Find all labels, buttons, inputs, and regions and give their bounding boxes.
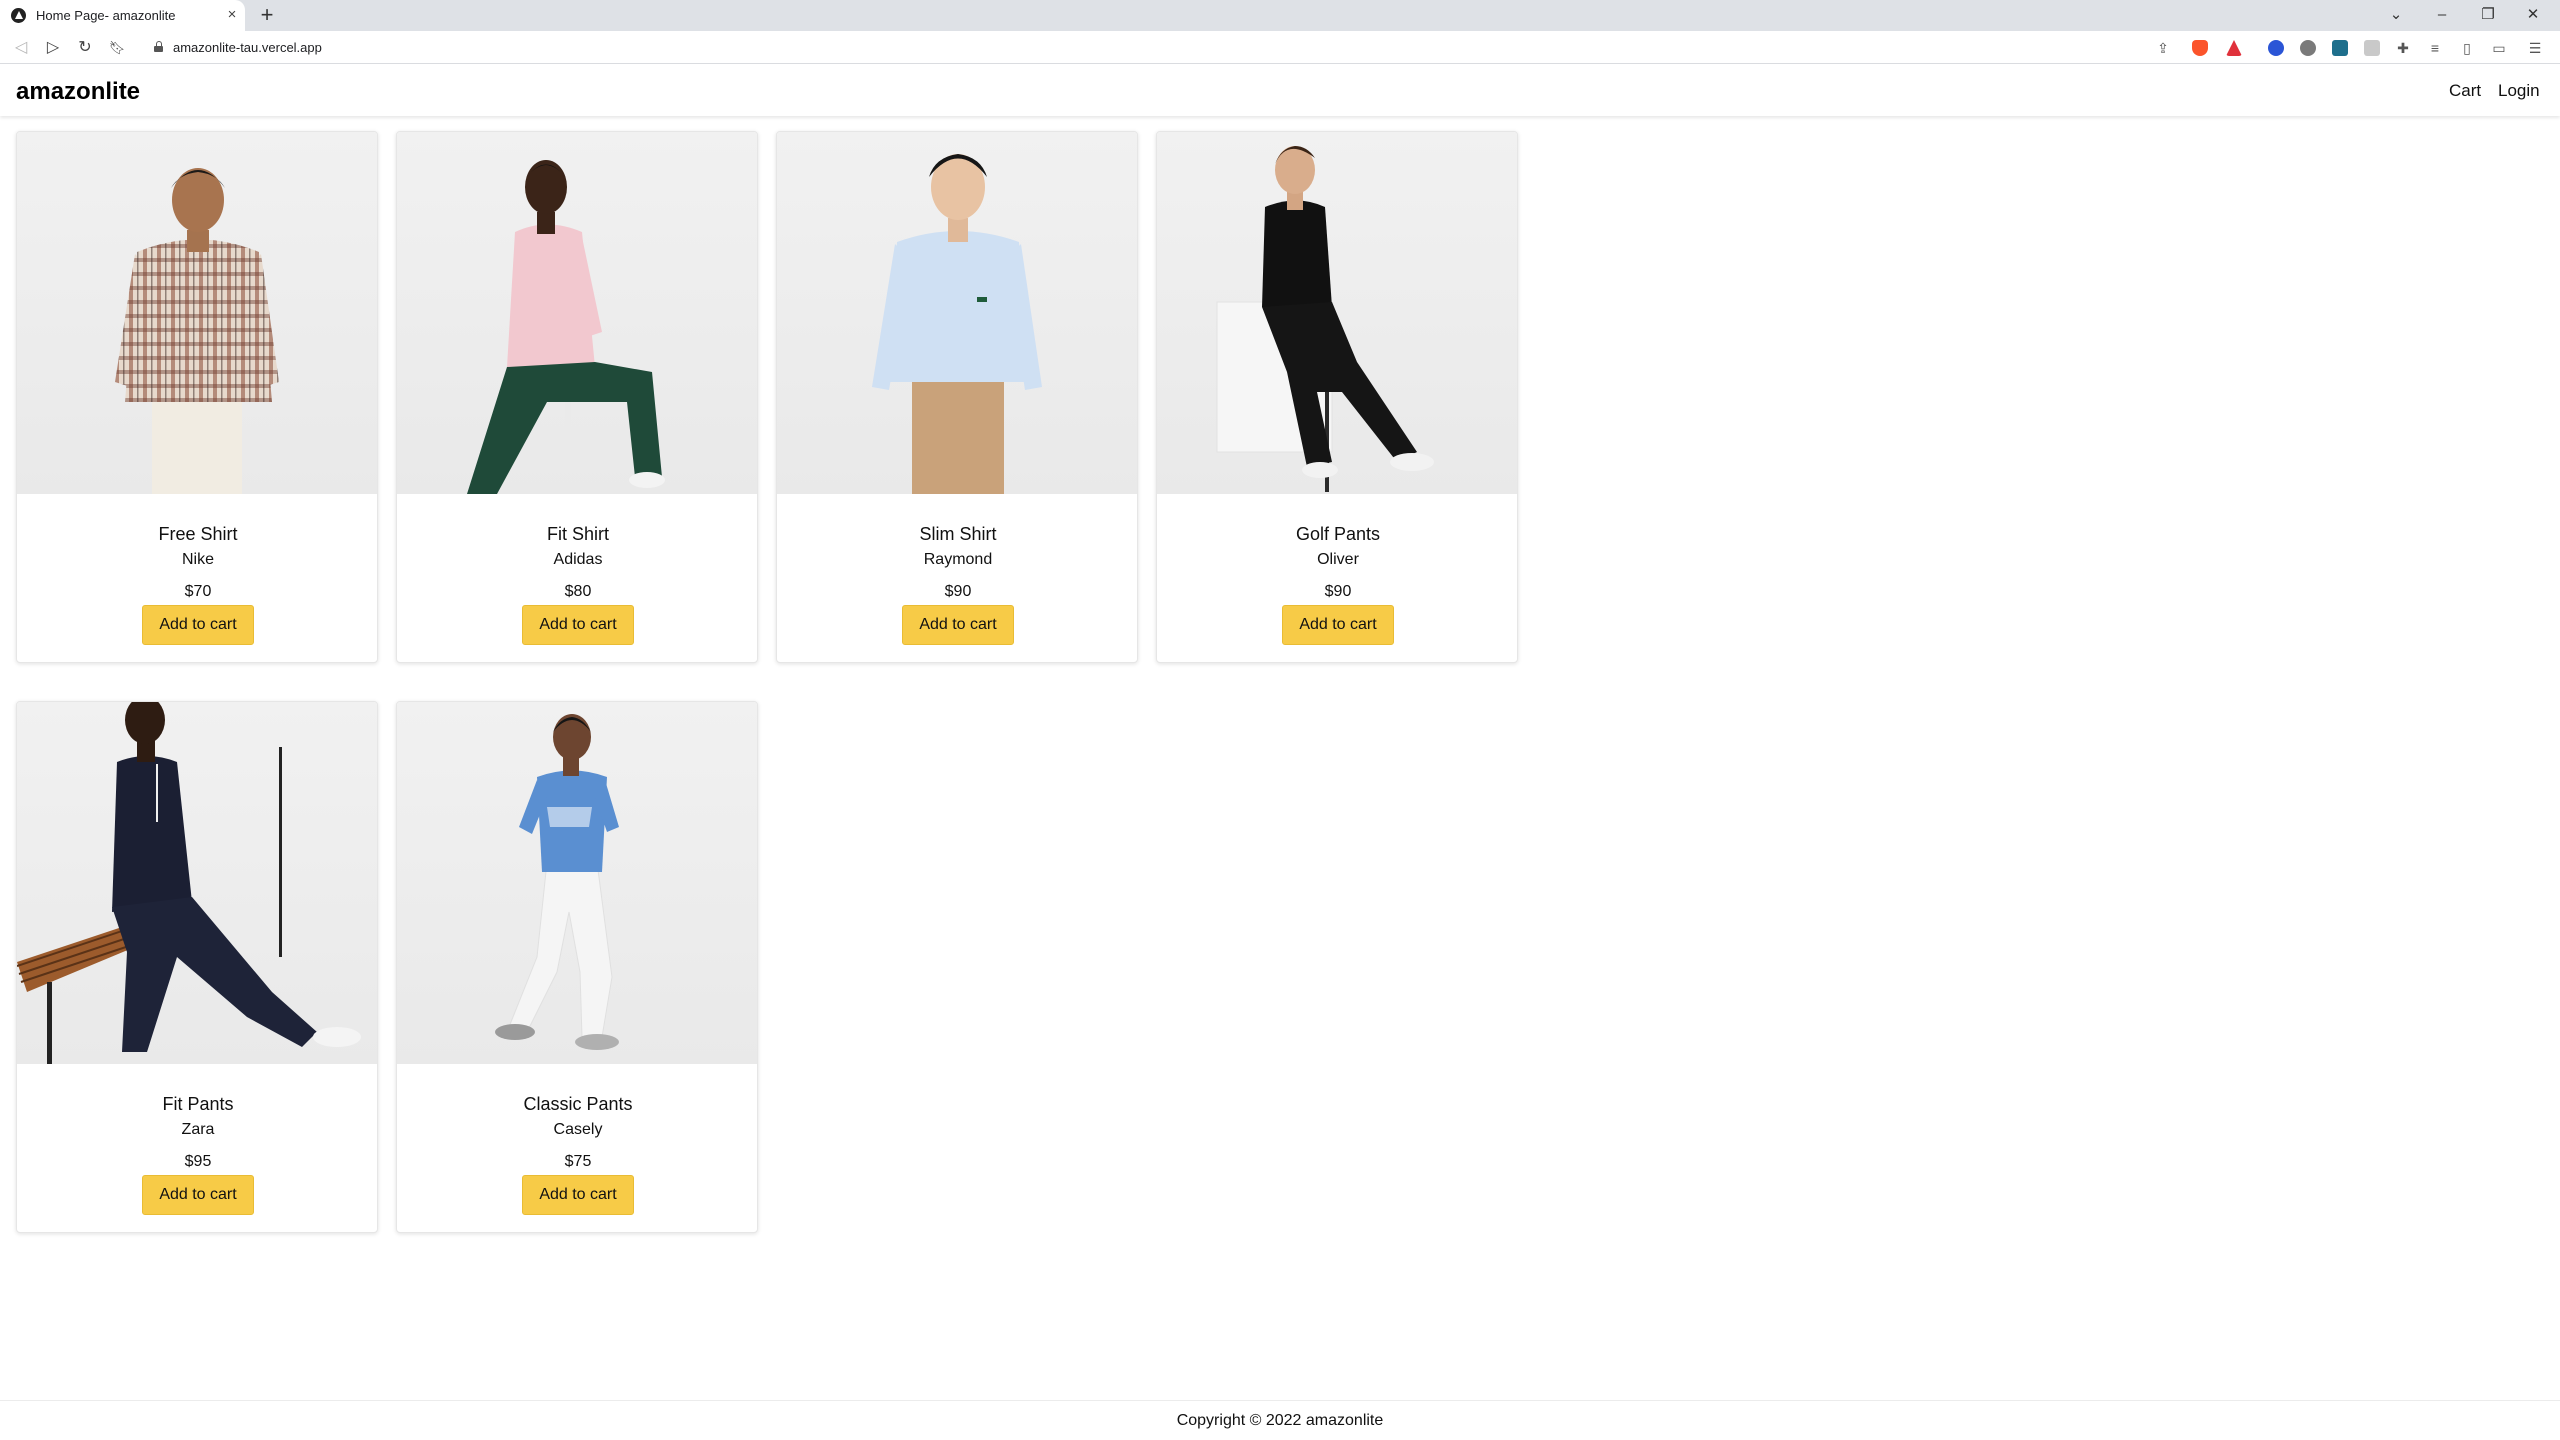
extension-icon-2[interactable] xyxy=(2300,40,2316,56)
man-in-plaid-shirt-photo xyxy=(115,168,279,494)
product-price: $95 xyxy=(184,1153,212,1170)
address-bar[interactable]: amazonlite-tau.vercel.app xyxy=(173,40,322,55)
product-price: $70 xyxy=(184,583,212,600)
man-in-blue-tee-white-pants-photo xyxy=(495,714,619,1050)
product-name[interactable]: Free Shirt xyxy=(17,524,377,545)
product-image[interactable] xyxy=(1157,132,1517,494)
brand-logo-link[interactable]: amazonlite xyxy=(16,78,140,106)
extension-icon-1[interactable] xyxy=(2268,40,2284,56)
copyright-text: Copyright © 2022 amazonlite xyxy=(1176,1412,1384,1429)
product-price: $90 xyxy=(1324,583,1352,600)
tab-close-icon[interactable]: × xyxy=(222,5,242,25)
restore-icon[interactable]: ❐ xyxy=(2476,4,2500,26)
product-image[interactable] xyxy=(17,702,377,1064)
site-footer: Copyright © 2022 amazonlite xyxy=(0,1400,2560,1440)
man-in-pink-shirt-seated-photo xyxy=(467,160,665,494)
tab-title: Home Page- amazonlite xyxy=(36,8,176,23)
minimize-icon[interactable]: – xyxy=(2430,4,2454,26)
extension-icon-3[interactable] xyxy=(2332,40,2348,56)
man-in-black-polo-with-golf-club-photo xyxy=(1216,146,1434,492)
extension-icon-4[interactable] xyxy=(2364,40,2380,56)
browser-menu-icon[interactable]: ☰ xyxy=(2526,39,2544,57)
extensions-puzzle-icon[interactable]: ✚ xyxy=(2394,39,2412,57)
product-image[interactable] xyxy=(777,132,1137,494)
product-image[interactable] xyxy=(17,132,377,494)
site-header: amazonlite Cart Login xyxy=(0,64,2560,116)
back-icon[interactable]: ◁ xyxy=(10,37,32,59)
product-name[interactable]: Fit Pants xyxy=(17,1094,377,1115)
product-brand: Adidas xyxy=(553,551,603,568)
product-name[interactable]: Fit Shirt xyxy=(397,524,757,545)
add-to-cart-button[interactable]: Add to cart xyxy=(142,1175,254,1215)
product-image[interactable] xyxy=(397,702,757,1064)
product-brand: Raymond xyxy=(923,551,993,568)
reload-icon[interactable]: ↻ xyxy=(74,37,96,59)
add-to-cart-button[interactable]: Add to cart xyxy=(522,605,634,645)
product-card: Fit Shirt Adidas $80 Add to cart xyxy=(396,131,758,663)
product-price: $80 xyxy=(564,583,592,600)
product-brand: Nike xyxy=(181,551,214,568)
browser-tab[interactable]: Home Page- amazonlite × xyxy=(0,0,245,31)
product-brand: Oliver xyxy=(1317,551,1359,568)
browser-toolbar: ◁ ▷ ↻ 🔖︎ amazonlite-tau.vercel.app ⇪ ✚ ≡… xyxy=(0,31,2560,64)
product-card: Free Shirt Nike $70 Add to cart xyxy=(16,131,378,663)
media-controls-icon[interactable]: ≡ xyxy=(2426,39,2444,57)
add-to-cart-button[interactable]: Add to cart xyxy=(142,605,254,645)
site-favicon-icon xyxy=(11,8,26,23)
man-in-navy-seated-on-bench-photo xyxy=(17,702,361,1064)
tab-search-chevron-icon[interactable]: ⌄ xyxy=(2384,4,2408,26)
product-brand: Zara xyxy=(181,1121,215,1138)
bookmark-icon[interactable]: 🔖︎ xyxy=(106,37,128,59)
wallet-icon[interactable]: ▭ xyxy=(2490,39,2508,57)
login-link[interactable]: Login xyxy=(2498,81,2540,101)
window-close-icon[interactable]: ✕ xyxy=(2521,4,2545,26)
product-name[interactable]: Golf Pants xyxy=(1157,524,1517,545)
browser-tab-strip: Home Page- amazonlite × + ⌄ – ❐ ✕ xyxy=(0,0,2560,31)
sidebar-icon[interactable]: ▯ xyxy=(2458,39,2476,57)
new-tab-icon[interactable]: + xyxy=(255,3,279,27)
brave-rewards-icon[interactable] xyxy=(2226,40,2242,56)
product-brand: Casely xyxy=(553,1121,603,1138)
lock-icon xyxy=(154,41,163,52)
add-to-cart-button[interactable]: Add to cart xyxy=(1282,605,1394,645)
product-card: Classic Pants Casely $75 Add to cart xyxy=(396,701,758,1233)
product-image[interactable] xyxy=(397,132,757,494)
brave-shields-icon[interactable] xyxy=(2192,40,2208,56)
product-card: Golf Pants Oliver $90 Add to cart xyxy=(1156,131,1518,663)
add-to-cart-button[interactable]: Add to cart xyxy=(522,1175,634,1215)
product-price: $90 xyxy=(944,583,972,600)
product-price: $75 xyxy=(564,1153,592,1170)
product-name[interactable]: Classic Pants xyxy=(397,1094,757,1115)
share-icon[interactable]: ⇪ xyxy=(2154,39,2172,57)
product-name[interactable]: Slim Shirt xyxy=(777,524,1137,545)
add-to-cart-button[interactable]: Add to cart xyxy=(902,605,1014,645)
cart-link[interactable]: Cart xyxy=(2449,81,2481,101)
product-card: Slim Shirt Raymond $90 Add to cart xyxy=(776,131,1138,663)
man-in-light-blue-shirt-photo xyxy=(872,154,1042,494)
forward-icon[interactable]: ▷ xyxy=(42,37,64,59)
product-card: Fit Pants Zara $95 Add to cart xyxy=(16,701,378,1233)
